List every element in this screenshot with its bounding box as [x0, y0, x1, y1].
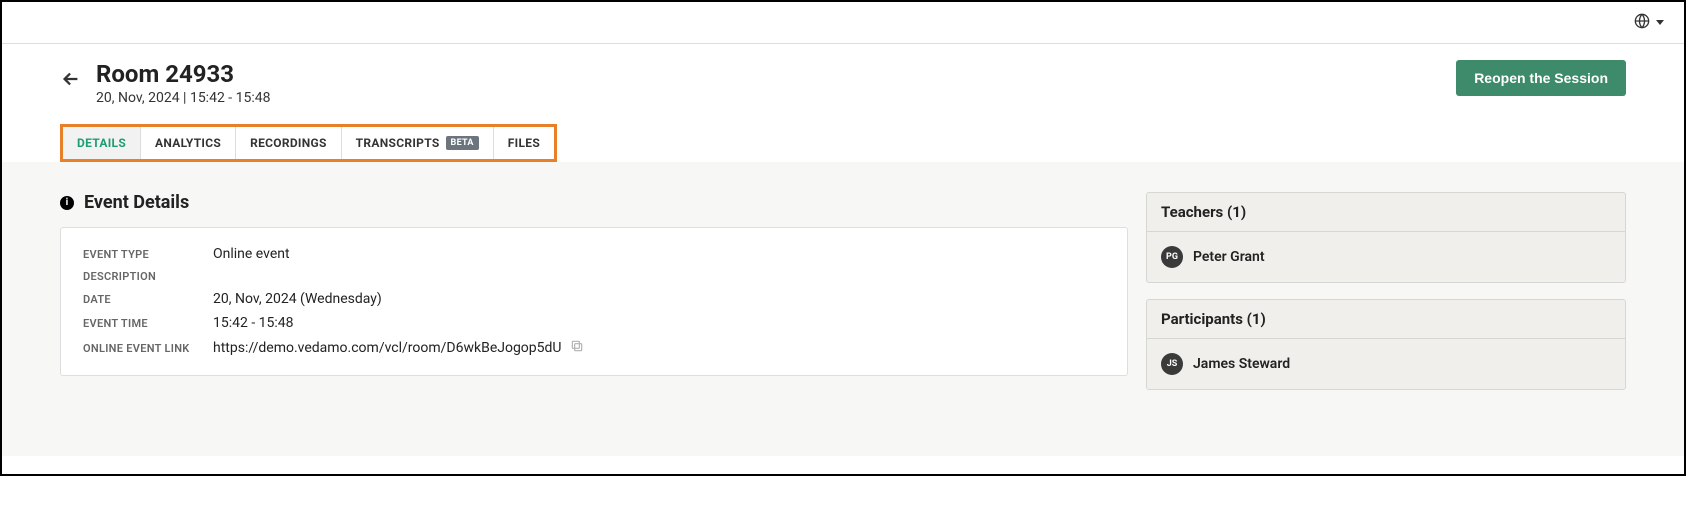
detail-label: EVENT TIME: [83, 317, 213, 330]
tab-label: RECORDINGS: [250, 136, 327, 150]
participants-panel: Participants (1) JS James Steward: [1146, 299, 1626, 390]
teacher-name: Peter Grant: [1193, 249, 1265, 265]
detail-row-event-time: EVENT TIME 15:42 - 15:48: [83, 315, 1105, 331]
detail-label: DATE: [83, 293, 213, 306]
detail-label: DESCRIPTION: [83, 270, 213, 283]
detail-row-link: ONLINE EVENT LINK https://demo.vedamo.co…: [83, 339, 1105, 357]
tab-label: FILES: [508, 136, 540, 150]
topbar: [2, 2, 1684, 44]
detail-row-event-type: EVENT TYPE Online event: [83, 246, 1105, 262]
detail-label: ONLINE EVENT LINK: [83, 342, 213, 355]
event-link-text: https://demo.vedamo.com/vcl/room/D6wkBeJ…: [213, 340, 562, 356]
section-title: i Event Details: [60, 192, 1128, 213]
section-title-text: Event Details: [84, 192, 189, 213]
detail-label: EVENT TYPE: [83, 248, 213, 261]
title-block: Room 24933 20, Nov, 2024 | 15:42 - 15:48: [96, 60, 271, 106]
detail-value: Online event: [213, 246, 290, 262]
tab-label: DETAILS: [77, 136, 126, 150]
page-subtitle: 20, Nov, 2024 | 15:42 - 15:48: [96, 90, 271, 106]
back-button[interactable]: [60, 68, 82, 94]
reopen-session-button[interactable]: Reopen the Session: [1456, 60, 1626, 96]
content-area: i Event Details EVENT TYPE Online event …: [2, 162, 1684, 456]
participants-header: Participants (1): [1147, 300, 1625, 339]
beta-badge: BETA: [446, 136, 479, 150]
detail-row-description: DESCRIPTION: [83, 270, 1105, 283]
detail-value: https://demo.vedamo.com/vcl/room/D6wkBeJ…: [213, 339, 584, 357]
copy-link-button[interactable]: [570, 339, 584, 357]
tab-label: ANALYTICS: [155, 136, 221, 150]
info-icon: i: [60, 196, 74, 210]
tab-transcripts[interactable]: TRANSCRIPTS BETA: [342, 127, 494, 159]
detail-value: 15:42 - 15:48: [213, 315, 294, 331]
event-details-card: EVENT TYPE Online event DESCRIPTION DATE…: [60, 227, 1128, 376]
tabs: DETAILS ANALYTICS RECORDINGS TRANSCRIPTS…: [60, 124, 557, 162]
participant-name: James Steward: [1193, 356, 1290, 372]
language-selector[interactable]: [1634, 13, 1664, 33]
teachers-header: Teachers (1): [1147, 193, 1625, 232]
tab-recordings[interactable]: RECORDINGS: [236, 127, 342, 159]
tab-details[interactable]: DETAILS: [63, 127, 141, 159]
detail-row-date: DATE 20, Nov, 2024 (Wednesday): [83, 291, 1105, 307]
page-header: Room 24933 20, Nov, 2024 | 15:42 - 15:48…: [2, 44, 1684, 106]
tab-files[interactable]: FILES: [494, 127, 554, 159]
page-title: Room 24933: [96, 60, 271, 88]
teachers-panel: Teachers (1) PG Peter Grant: [1146, 192, 1626, 283]
tab-label: TRANSCRIPTS: [356, 136, 440, 150]
tab-analytics[interactable]: ANALYTICS: [141, 127, 236, 159]
participant-row: JS James Steward: [1161, 353, 1611, 375]
globe-icon: [1634, 13, 1650, 33]
avatar: JS: [1161, 353, 1183, 375]
chevron-down-icon: [1656, 20, 1664, 25]
detail-value: 20, Nov, 2024 (Wednesday): [213, 291, 382, 307]
teacher-row: PG Peter Grant: [1161, 246, 1611, 268]
avatar: PG: [1161, 246, 1183, 268]
